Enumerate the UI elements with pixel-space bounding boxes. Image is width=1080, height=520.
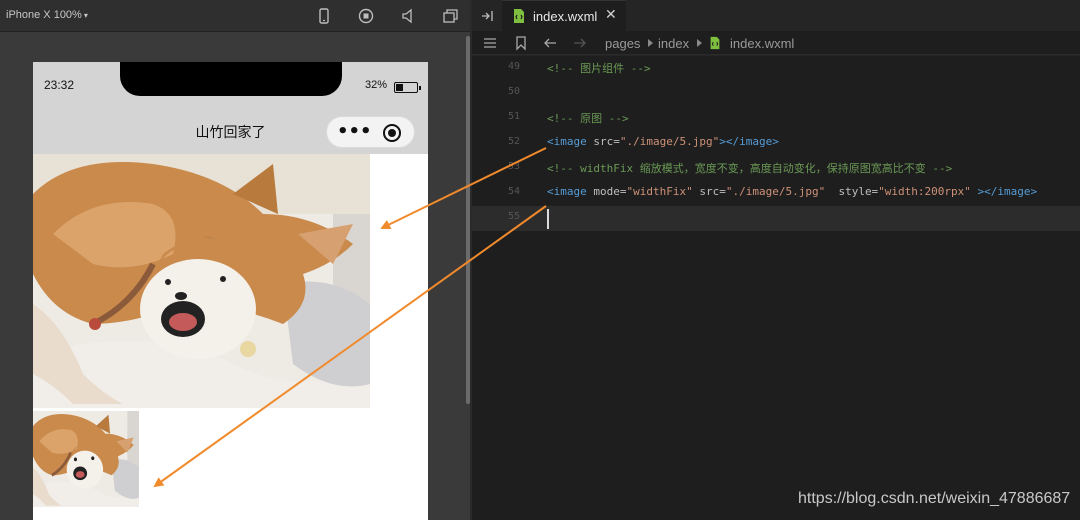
tab-index-wxml[interactable]: index.wxml ✕ [502, 0, 626, 31]
code-line[interactable]: 55 [472, 206, 1080, 231]
breadcrumb-item-pages[interactable]: pages [605, 36, 640, 51]
explorer-toggle-icon[interactable] [480, 8, 496, 24]
code-line[interactable]: 52 <image src="./image/5.jpg"></image> [472, 131, 1080, 156]
back-arrow-icon[interactable] [542, 35, 558, 51]
code-line[interactable]: 54 <image mode="widthFix" src="./image/5.… [472, 181, 1080, 206]
close-mini-program-icon[interactable] [383, 124, 401, 142]
code-token: "widthFix" [626, 185, 693, 198]
code-token: src= [586, 135, 620, 148]
code-text: <image src="./image/5.jpg"></image> [547, 135, 779, 148]
watermark-text: https://blog.csdn.net/weixin_47886687 [798, 490, 1071, 507]
phone-notch [120, 62, 342, 96]
code-text: <!-- 图片组件 --> [547, 60, 651, 76]
breadcrumb: pages index index.wxml [472, 31, 1080, 55]
more-icon[interactable]: ••• [337, 121, 372, 142]
status-time: 23:32 [44, 78, 75, 92]
chevron-down-icon: ▾ [83, 11, 88, 20]
code-line[interactable]: 51 <!-- 原图 --> [472, 106, 1080, 131]
wxml-file-icon [710, 36, 720, 50]
battery-percent: 32% [365, 79, 388, 91]
device-zoom-selector[interactable]: iPhone X 100% ▾ [6, 9, 88, 21]
shiba-photo-large [33, 154, 370, 408]
text-caret [547, 209, 549, 229]
shiba-photo-small [33, 411, 139, 507]
code-token: src= [692, 185, 726, 198]
code-token: <image [547, 185, 587, 198]
code-token: <!-- widthFix 缩放模式，宽度不变，高度自动变化，保持原图宽高比不变… [547, 162, 953, 175]
breadcrumb-separator-icon [648, 39, 653, 47]
close-icon[interactable]: ✕ [605, 7, 617, 23]
code-text: <!-- widthFix 缩放模式，宽度不变，高度自动变化，保持原图宽高比不变… [547, 160, 952, 176]
code-token: "./image/5.jpg" [619, 135, 720, 148]
code-token: mode= [586, 185, 627, 198]
tab-label: index.wxml [533, 9, 598, 24]
phone-icon[interactable] [314, 6, 334, 26]
editor-tab-bar: index.wxml ✕ [472, 0, 1080, 31]
miniprogram-capsule: ••• [326, 116, 415, 148]
code-token: "./image/5.jpg" [725, 185, 826, 198]
volume-icon[interactable] [398, 6, 418, 26]
line-number: 51 [507, 111, 520, 122]
code-line[interactable]: 49 <!-- 图片组件 --> [472, 56, 1080, 81]
simulator-scrollbar[interactable] [466, 36, 470, 404]
code-line[interactable]: 53 <!-- widthFix 缩放模式，宽度不变，高度自动变化，保持原图宽高比… [472, 156, 1080, 181]
simulator-pane: iPhone X 100% ▾ 23:32 32% 山竹回家了 ••• [0, 0, 470, 520]
breadcrumb-item-file[interactable]: index.wxml [730, 36, 794, 51]
simulator-toolbar: iPhone X 100% ▾ [0, 0, 470, 32]
line-number: 53 [507, 161, 520, 172]
code-token: ></image> [970, 185, 1038, 198]
record-icon[interactable] [356, 6, 376, 26]
code-token: ></image> [719, 135, 779, 148]
code-token: <!-- 图片组件 --> [547, 62, 651, 75]
line-number: 50 [507, 86, 520, 97]
code-editor: index.wxml ✕ pages index index.wxml 49 <!… [472, 0, 1080, 520]
code-text: <!-- 原图 --> [547, 110, 629, 126]
widthfix-image [33, 411, 139, 507]
original-image [33, 154, 370, 408]
window-icon[interactable] [440, 6, 460, 26]
list-icon[interactable] [482, 35, 498, 51]
line-number: 52 [507, 136, 520, 147]
breadcrumb-separator-icon [697, 39, 702, 47]
breadcrumb-item-index[interactable]: index [658, 36, 689, 51]
code-line[interactable]: 50 [472, 81, 1080, 106]
wxml-file-icon [514, 9, 524, 23]
line-number: 49 [507, 61, 520, 72]
battery-icon [394, 82, 421, 93]
code-token: <!-- 原图 --> [547, 112, 629, 125]
code-token: <image [547, 135, 587, 148]
line-number: 55 [507, 211, 520, 222]
navigation-bar: 山竹回家了 ••• [33, 108, 428, 154]
code-token: style= [825, 185, 879, 198]
line-number: 54 [507, 186, 520, 197]
status-bar: 23:32 32% [33, 62, 428, 108]
phone-screen: 23:32 32% 山竹回家了 ••• [33, 62, 428, 520]
code-token: "width:200rpx" [878, 185, 971, 198]
code-area[interactable]: 49 <!-- 图片组件 --> 50 51 <!-- 原图 --> 52 <image s… [472, 56, 1080, 520]
forward-arrow-icon[interactable] [572, 35, 588, 51]
device-label-text: iPhone X 100% [6, 9, 82, 21]
code-text: <image mode="widthFix" src="./image/5.jp… [547, 185, 1037, 198]
bookmark-icon[interactable] [513, 35, 529, 51]
